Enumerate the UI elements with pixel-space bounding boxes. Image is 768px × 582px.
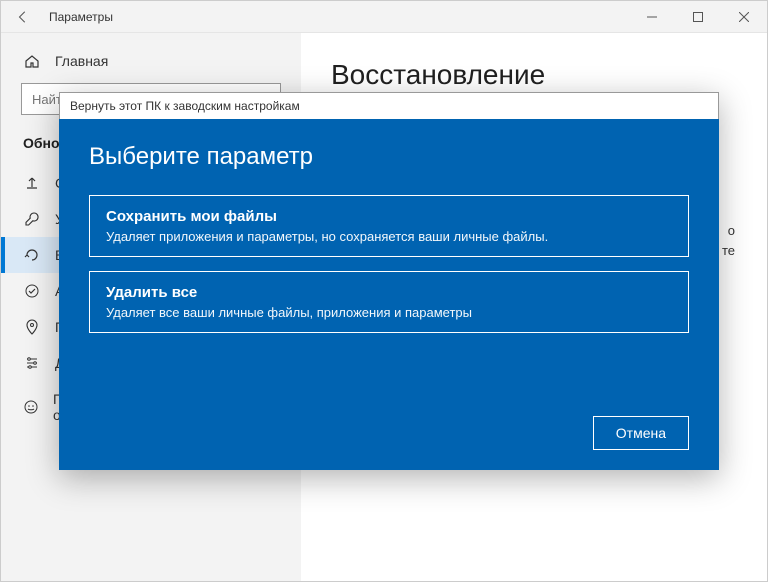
option-title: Сохранить мои файлы [106,208,672,225]
sidebar-home[interactable]: Главная [1,45,301,83]
window-title: Параметры [45,10,629,24]
dialog-title: Вернуть этот ПК к заводским настройкам [59,92,719,119]
titlebar: Параметры [1,1,767,33]
minimize-button[interactable] [629,1,675,33]
option-remove-everything[interactable]: Удалить все Удаляет все ваши личные файл… [89,271,689,333]
cancel-button[interactable]: Отмена [593,416,689,450]
recovery-icon [23,247,41,263]
upload-icon [23,175,41,191]
wrench-icon [23,211,41,227]
close-button[interactable] [721,1,767,33]
option-keep-files[interactable]: Сохранить мои файлы Удаляет приложения и… [89,195,689,257]
dialog-heading: Выберите параметр [89,143,689,171]
insider-icon [23,399,39,415]
maximize-button[interactable] [675,1,721,33]
back-button[interactable] [1,1,45,33]
option-desc: Удаляет приложения и параметры, но сохра… [106,229,672,244]
page-title: Восстановление [331,59,737,91]
sidebar-home-label: Главная [55,53,108,69]
sliders-icon [23,355,41,371]
reset-pc-dialog: Вернуть этот ПК к заводским настройкам В… [59,92,719,470]
home-icon [23,53,41,69]
check-icon [23,283,41,299]
option-title: Удалить все [106,284,672,301]
location-icon [23,319,41,335]
option-desc: Удаляет все ваши личные файлы, приложени… [106,305,672,320]
